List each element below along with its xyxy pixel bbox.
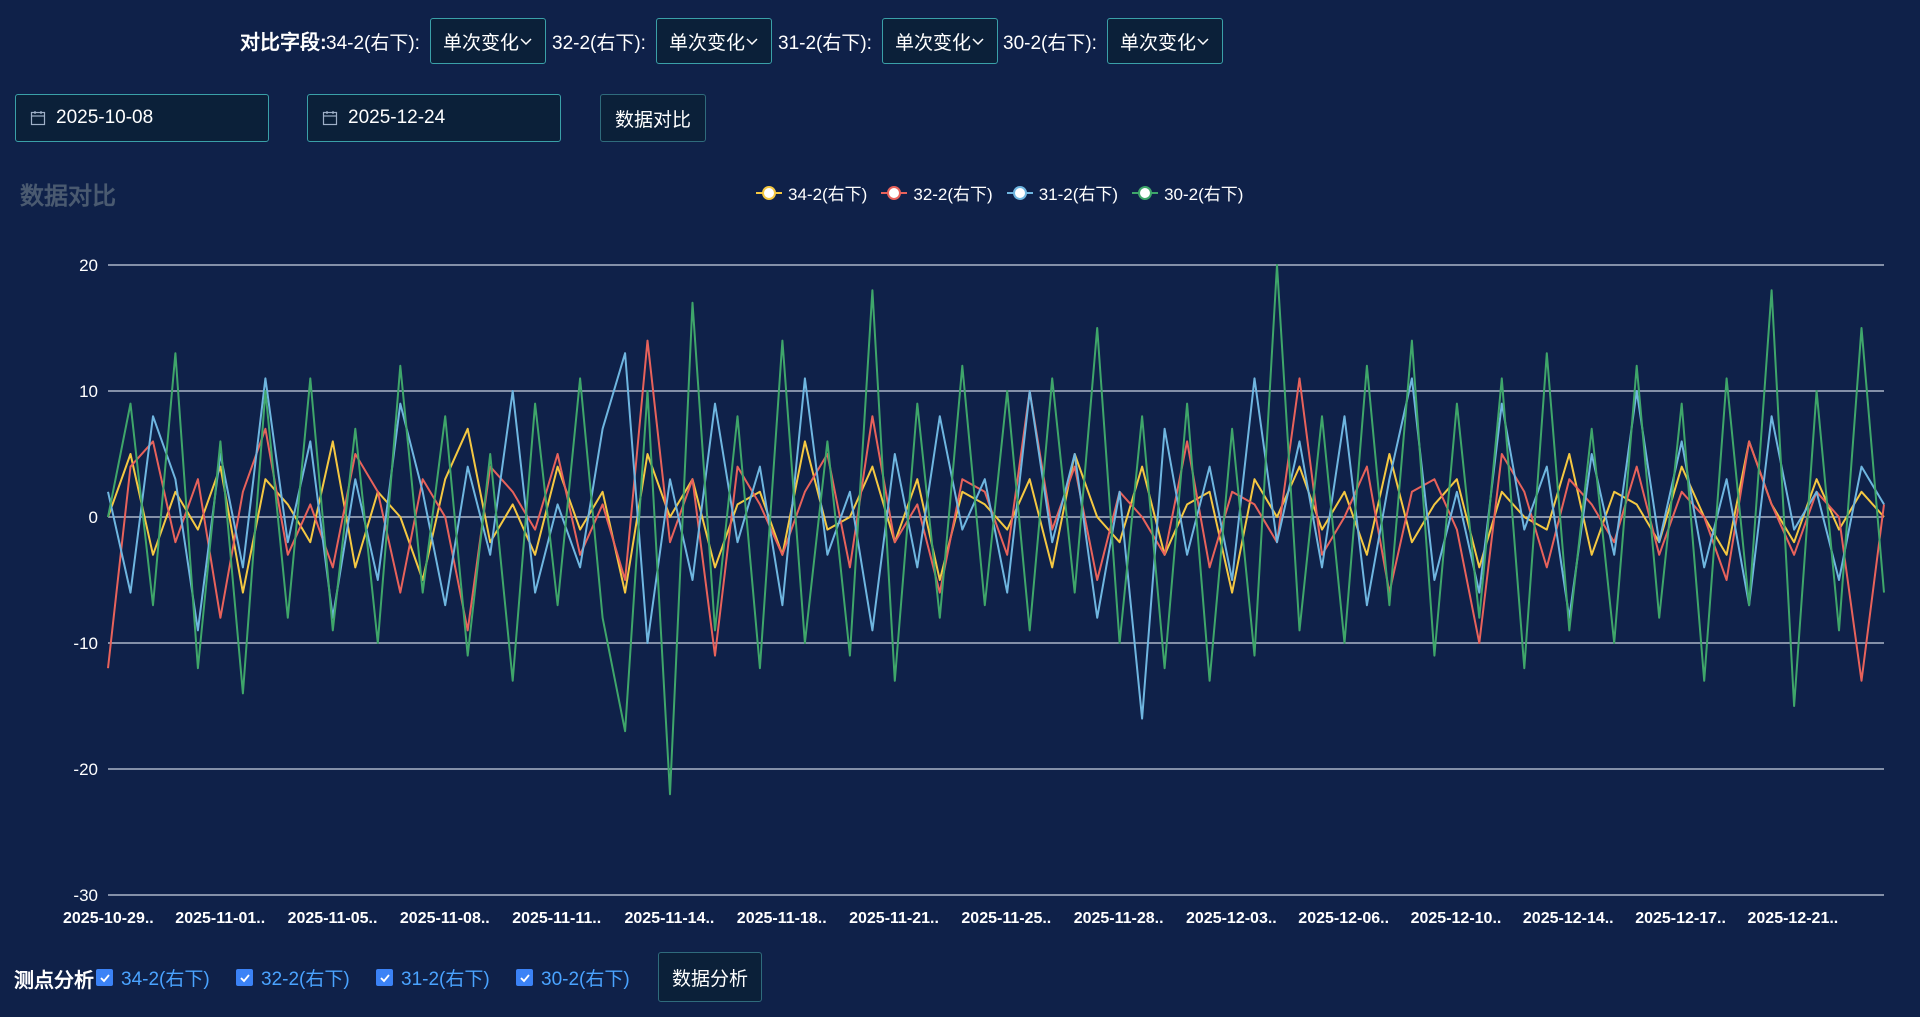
chevron-down-icon [972,38,984,46]
field-select-30-value: 单次变化 [1119,32,1196,54]
legend-label-31: 31-2(右下) [1038,185,1119,204]
checkbox-label-32: 32-2(右下) [261,969,350,990]
legend-item-30[interactable]: 30-2(右下) [1132,180,1243,205]
field-group-34: 34-2(右下): 单次变化 [326,16,546,66]
y-tick-label: 20 [79,256,98,275]
y-tick-label: -20 [73,760,98,779]
start-date-input[interactable]: 2025-10-08 [15,94,269,142]
y-tick-label: 10 [79,382,98,401]
x-tick-label: 2025-12-06.. [1298,910,1389,927]
chevron-down-icon [520,38,532,46]
checkbox-check-icon [516,969,533,986]
end-date-value: 2025-12-24 [348,107,446,128]
x-tick-label: 2025-12-17.. [1635,910,1726,927]
chart-title: 数据对比 [20,183,116,210]
field-name-31: 31-2(右下): [778,32,872,54]
legend-marker [881,185,908,200]
x-tick-label: 2025-10-29.. [63,910,154,927]
x-tick-label: 2025-12-03.. [1186,910,1277,927]
x-tick-label: 2025-11-11.. [512,910,601,927]
checkbox-check-icon [376,969,393,986]
data-analysis-button[interactable]: 数据分析 [658,952,762,1002]
field-select-30[interactable]: 单次变化 [1106,18,1223,64]
field-select-34[interactable]: 单次变化 [429,18,546,64]
series-line-1 [107,339,1885,682]
chevron-down-icon [1197,38,1209,46]
checkbox-check-icon [236,969,253,986]
compare-toolbar: 对比字段: 34-2(右下): 单次变化 32-2(右下): 单次变化 31-2… [0,0,1920,78]
checkbox-30[interactable]: 30-2(右下) [516,964,630,991]
checkbox-label-31: 31-2(右下) [401,969,490,990]
legend-marker [1006,185,1033,200]
field-group-30: 30-2(右下): 单次变化 [1003,16,1223,66]
field-group-32: 32-2(右下): 单次变化 [552,16,772,66]
checkbox-label-34: 34-2(右下) [121,969,210,990]
x-tick-label: 2025-11-01.. [175,910,265,927]
chart-legend: 34-2(右下) 32-2(右下) 31-2(右下) 30-2(右下) [756,180,1257,205]
start-date-value: 2025-10-08 [56,107,154,128]
field-name-30: 30-2(右下): [1003,32,1097,54]
field-select-34-value: 单次变化 [442,32,519,54]
x-tick-label: 2025-11-25.. [961,910,1051,927]
x-tick-label: 2025-11-08.. [400,910,490,927]
y-tick-label: -10 [73,634,98,653]
legend-label-30: 30-2(右下) [1164,185,1244,204]
calendar-icon [322,111,338,126]
y-tick-label: -30 [73,886,98,905]
field-name-32: 32-2(右下): [552,32,646,54]
legend-marker [756,185,782,200]
legend-marker [1132,185,1159,200]
checkbox-34[interactable]: 34-2(右下) [96,964,210,991]
x-tick-label: 2025-11-18.. [737,910,827,927]
field-select-32[interactable]: 单次变化 [655,18,772,64]
checkbox-check-icon [96,969,113,986]
field-select-31[interactable]: 单次变化 [881,18,998,64]
y-tick-label: 0 [89,508,98,527]
checkbox-31[interactable]: 31-2(右下) [376,964,490,991]
x-tick-label: 2025-11-05.. [288,910,378,927]
checkbox-label-30: 30-2(右下) [541,969,630,990]
legend-label-34: 34-2(右下) [788,185,868,204]
field-select-31-value: 单次变化 [894,32,971,54]
field-select-32-value: 单次变化 [668,32,745,54]
legend-item-34[interactable]: 34-2(右下) [756,180,867,205]
end-date-input[interactable]: 2025-12-24 [307,94,561,142]
checkbox-32[interactable]: 32-2(右下) [236,964,350,991]
legend-item-32[interactable]: 32-2(右下) [881,180,993,205]
compare-fields-label: 对比字段: [240,32,327,54]
field-group-31: 31-2(右下): 单次变化 [778,16,998,66]
x-tick-label: 2025-12-21.. [1748,910,1839,927]
comparison-line-chart: 20 10 0 -10 -20 -30 2025-10-29.. 2025-11-01.. 20… [63,256,1885,927]
series-line-2 [107,352,1885,720]
legend-label-32: 32-2(右下) [913,185,993,204]
analysis-label: 测点分析 [14,970,94,992]
calendar-icon [30,111,46,126]
x-tick-label: 2025-11-28.. [1074,910,1164,927]
data-compare-button[interactable]: 数据对比 [600,94,706,142]
field-name-34: 34-2(右下): [326,32,420,54]
legend-item-31[interactable]: 31-2(右下) [1006,180,1119,205]
x-tick-label: 2025-12-10.. [1411,910,1502,927]
x-tick-label: 2025-11-21.. [849,910,939,927]
x-tick-label: 2025-12-14.. [1523,910,1614,927]
x-tick-label: 2025-11-14.. [625,910,715,927]
chevron-down-icon [746,38,758,46]
